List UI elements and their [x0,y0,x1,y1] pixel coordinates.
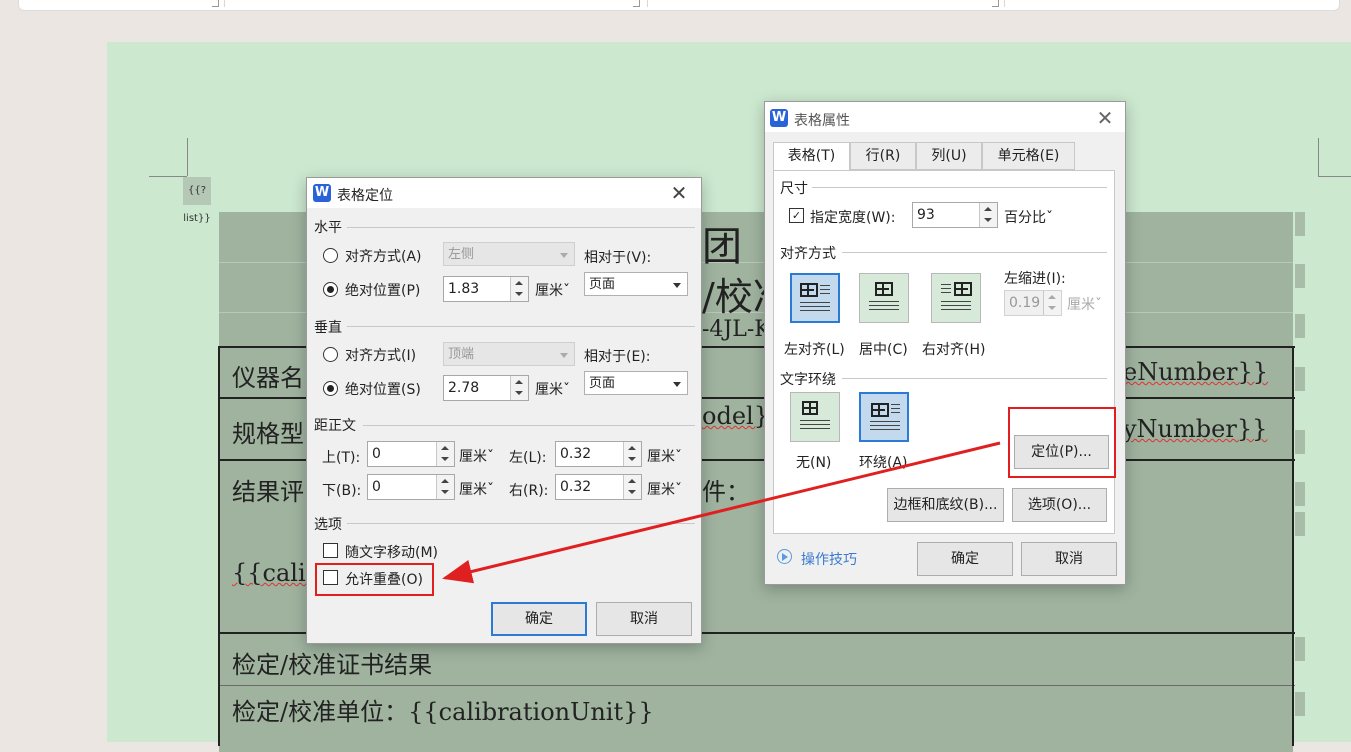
arrow-line [442,441,1001,584]
annotation-arrow [442,441,1001,584]
